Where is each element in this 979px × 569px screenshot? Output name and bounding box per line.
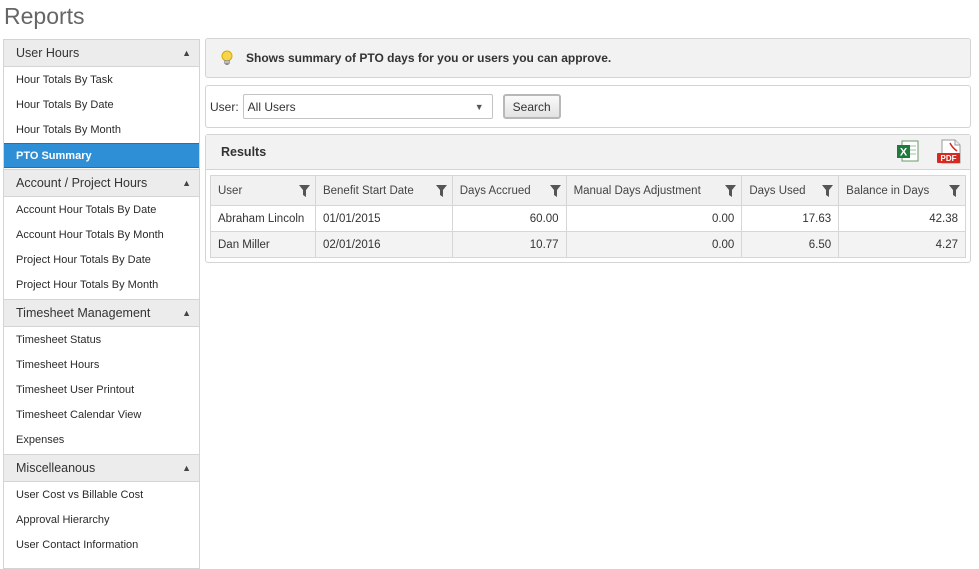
section-header-account-project-hours[interactable]: Account / Project Hours ▲	[4, 169, 199, 197]
sidebar-item-pto-summary[interactable]: PTO Summary	[4, 143, 199, 168]
section-title: Timesheet Management	[16, 306, 151, 320]
cell-benefit-start-date: 01/01/2015	[314, 205, 453, 232]
pdf-icon[interactable]: PDF	[936, 139, 962, 170]
section-title: Account / Project Hours	[16, 176, 148, 190]
collapse-caret-icon[interactable]: ▲	[182, 48, 191, 58]
cell-balance-in-days: 4.27	[838, 231, 966, 258]
filter-funnel-icon[interactable]	[949, 185, 960, 197]
svg-text:X: X	[900, 146, 908, 158]
results-header: Results X PDF	[206, 135, 970, 170]
sidebar-item-hour-totals-by-month[interactable]: Hour Totals By Month	[4, 118, 199, 143]
report-sidebar: User Hours ▲ Hour Totals By Task Hour To…	[3, 39, 200, 569]
sidebar-item-timesheet-status[interactable]: Timesheet Status	[4, 328, 199, 353]
excel-icon[interactable]: X	[896, 140, 920, 169]
sidebar-item-timesheet-calendar-view[interactable]: Timesheet Calendar View	[4, 403, 199, 428]
filter-funnel-icon[interactable]	[549, 185, 561, 197]
info-banner: Shows summary of PTO days for you or use…	[205, 38, 971, 78]
results-table: User Benefit Start Date Days Accrued Man…	[210, 175, 966, 258]
cell-benefit-start-date: 02/01/2016	[314, 231, 453, 258]
sidebar-item-expenses[interactable]: Expenses	[4, 428, 199, 453]
sidebar-item-timesheet-hours[interactable]: Timesheet Hours	[4, 353, 199, 378]
cell-manual-days-adjustment: 0.00	[565, 231, 743, 258]
column-header-user[interactable]: User	[210, 175, 316, 206]
user-select[interactable]: All Users ▼	[242, 94, 493, 119]
sidebar-item-hour-totals-by-task[interactable]: Hour Totals By Task	[4, 68, 199, 93]
section-header-user-hours[interactable]: User Hours ▲	[4, 39, 199, 67]
results-title: Results	[221, 145, 267, 159]
column-header-days-used[interactable]: Days Used	[741, 175, 840, 206]
lightbulb-icon	[220, 50, 234, 66]
page-title: Reports	[4, 3, 85, 29]
cell-user: Abraham Lincoln	[210, 205, 316, 232]
section-header-miscellaneous[interactable]: Miscelleanous ▲	[4, 454, 199, 482]
section-title: Miscelleanous	[16, 461, 96, 475]
sidebar-item-approval-hierarchy[interactable]: Approval Hierarchy	[4, 508, 199, 533]
filter-bar: User: All Users ▼ Search	[205, 85, 971, 128]
filter-funnel-icon[interactable]	[725, 185, 737, 197]
user-filter-label: User:	[210, 99, 239, 114]
svg-text:PDF: PDF	[941, 154, 957, 163]
cell-user: Dan Miller	[210, 231, 316, 258]
table-header-row: User Benefit Start Date Days Accrued Man…	[210, 175, 966, 206]
table-row[interactable]: Dan Miller 02/01/2016 10.77 0.00 6.50 4.…	[210, 231, 966, 258]
cell-manual-days-adjustment: 0.00	[565, 205, 743, 232]
sidebar-item-user-cost-vs-billable-cost[interactable]: User Cost vs Billable Cost	[4, 483, 199, 508]
filter-funnel-icon[interactable]	[298, 185, 310, 197]
results-panel: Results X PDF User Benefit Start Date Da…	[205, 134, 971, 263]
sidebar-item-timesheet-user-printout[interactable]: Timesheet User Printout	[4, 378, 199, 403]
collapse-caret-icon[interactable]: ▲	[182, 463, 191, 473]
search-button[interactable]: Search	[502, 94, 561, 119]
column-header-benefit-start-date[interactable]: Benefit Start Date	[314, 175, 453, 206]
sidebar-item-user-contact-information[interactable]: User Contact Information	[4, 533, 199, 558]
info-message: Shows summary of PTO days for you or use…	[246, 51, 612, 65]
sidebar-item-hour-totals-by-date[interactable]: Hour Totals By Date	[4, 93, 199, 118]
cell-days-accrued: 60.00	[451, 205, 567, 232]
sidebar-item-account-hour-totals-by-date[interactable]: Account Hour Totals By Date	[4, 198, 199, 223]
section-header-timesheet-management[interactable]: Timesheet Management ▲	[4, 299, 199, 327]
cell-days-used: 6.50	[741, 231, 840, 258]
cell-days-accrued: 10.77	[451, 231, 567, 258]
user-select-value: All Users	[247, 99, 296, 114]
sidebar-item-account-hour-totals-by-month[interactable]: Account Hour Totals By Month	[4, 223, 199, 248]
collapse-caret-icon[interactable]: ▲	[182, 308, 191, 318]
column-header-balance-in-days[interactable]: Balance in Days	[838, 175, 966, 206]
column-header-days-accrued[interactable]: Days Accrued	[451, 175, 567, 206]
section-title: User Hours	[16, 46, 80, 60]
filter-funnel-icon[interactable]	[435, 185, 447, 197]
chevron-down-icon: ▼	[474, 101, 484, 112]
collapse-caret-icon[interactable]: ▲	[182, 178, 191, 188]
cell-days-used: 17.63	[741, 205, 840, 232]
filter-funnel-icon[interactable]	[822, 185, 834, 197]
column-header-manual-days-adjustment[interactable]: Manual Days Adjustment	[565, 175, 743, 206]
cell-balance-in-days: 42.38	[838, 205, 966, 232]
sidebar-item-project-hour-totals-by-month[interactable]: Project Hour Totals By Month	[4, 273, 199, 298]
sidebar-item-project-hour-totals-by-date[interactable]: Project Hour Totals By Date	[4, 248, 199, 273]
table-row[interactable]: Abraham Lincoln 01/01/2015 60.00 0.00 17…	[210, 205, 966, 232]
